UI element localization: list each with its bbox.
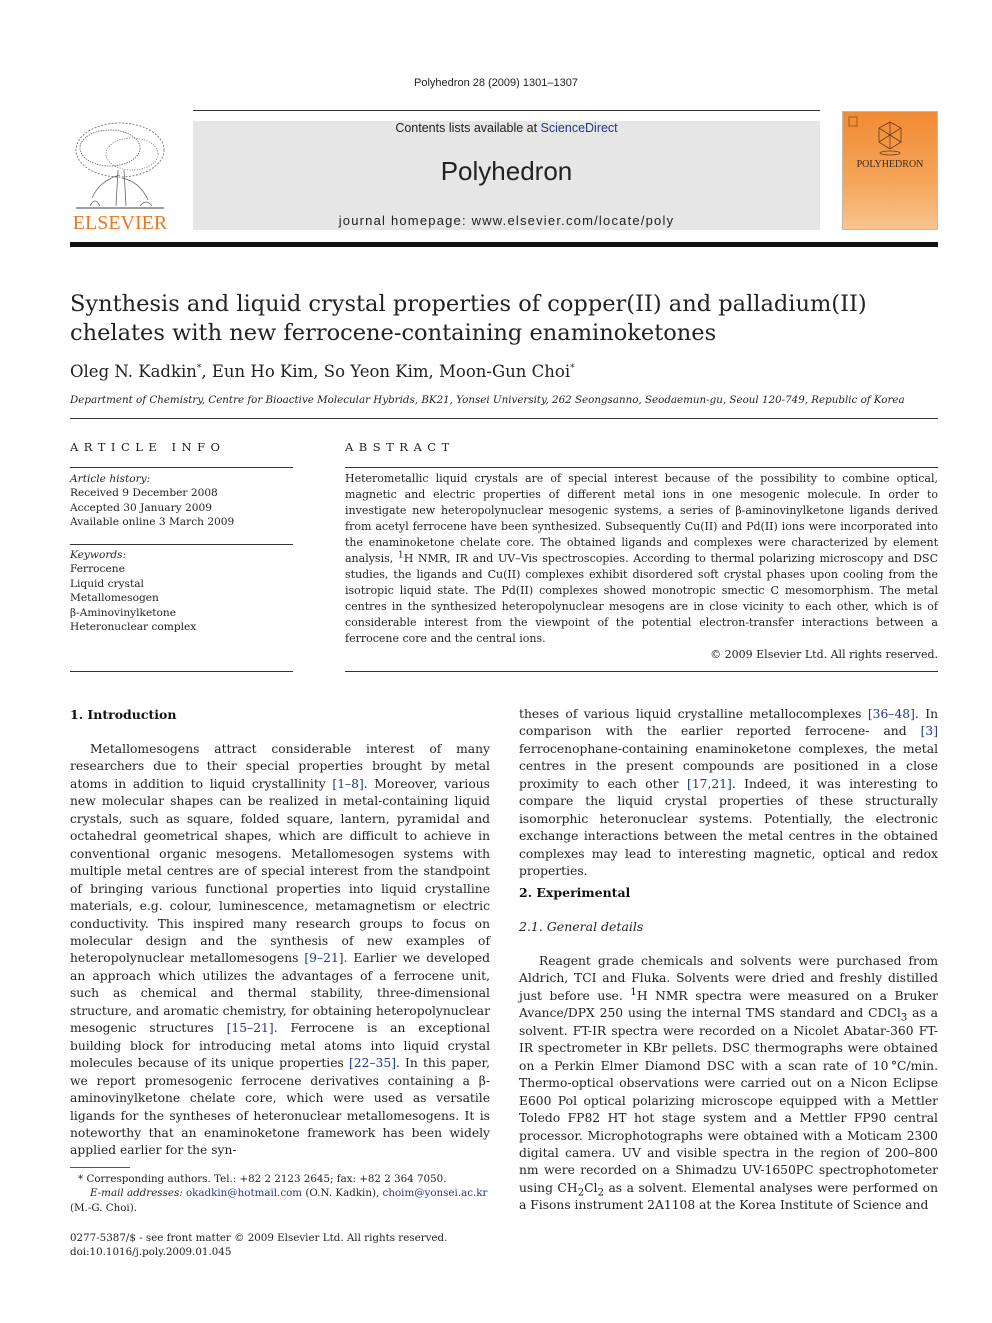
subsection-heading-general-details: 2.1. General details [519, 919, 644, 934]
email-label: E-mail addresses: [90, 1187, 183, 1200]
divider [345, 671, 938, 672]
front-matter: 0277-5387/$ - see front matter © 2009 El… [70, 1231, 490, 1260]
polyhedron-icon [848, 116, 902, 156]
divider [70, 544, 293, 545]
contents-prefix: Contents lists available at [395, 121, 541, 135]
history-label: Article history: [70, 473, 151, 485]
header-thick-rule [70, 242, 938, 247]
history-accepted: Accepted 30 January 2009 [70, 501, 212, 514]
keywords-label: Keywords: [70, 549, 127, 561]
affiliation: Department of Chemistry, Centre for Bioa… [70, 394, 905, 406]
abstract-text: Heterometallic liquid crystals are of sp… [345, 472, 938, 645]
section-heading-experimental: 2. Experimental [519, 885, 631, 900]
keyword: Ferrocene [70, 563, 125, 576]
keyword: Heteronuclear complex [70, 621, 197, 634]
intro-paragraph-continued: theses of various liquid crystalline met… [519, 707, 938, 879]
keywords: Keywords: Ferrocene Liquid crystal Metal… [70, 548, 196, 634]
keyword: β-Aminovinylketone [70, 606, 176, 619]
author: Oleg N. Kadkin* [70, 362, 202, 381]
author-list: Oleg N. Kadkin*, Eun Ho Kim, So Yeon Kim… [70, 362, 575, 381]
article-info-heading: ARTICLE INFO [70, 440, 226, 454]
experimental-paragraph: Reagent grade chemicals and solvents wer… [519, 954, 938, 1213]
citation-link[interactable]: [17,21] [687, 777, 732, 791]
keyword: Metallomesogen [70, 592, 159, 605]
divider [70, 467, 293, 468]
author: Eun Ho Kim [211, 362, 314, 381]
divider [70, 418, 938, 419]
tree-icon [75, 122, 165, 209]
email-link[interactable]: choim@yonsei.ac.kr [383, 1187, 488, 1199]
citation-link[interactable]: [15–21] [227, 1021, 274, 1035]
sciencedirect-link[interactable]: ScienceDirect [541, 121, 618, 135]
doi-line[interactable]: doi:10.1016/j.poly.2009.01.045 [70, 1246, 231, 1258]
author: So Yeon Kim [323, 362, 429, 381]
header-rule [193, 110, 820, 111]
article-history: Article history: Received 9 December 200… [70, 472, 234, 530]
section-heading-introduction: 1. Introduction [70, 707, 177, 722]
running-head: Polyhedron 28 (2009) 1301–1307 [414, 77, 578, 89]
cover-title: POLYHEDRON [856, 159, 924, 170]
divider [345, 467, 938, 468]
citation-link[interactable]: [9–21] [304, 951, 343, 965]
abstract-heading: ABSTRACT [345, 440, 455, 454]
email-link[interactable]: okadkin@hotmail.com [186, 1187, 302, 1199]
divider [70, 671, 293, 672]
citation-link[interactable]: [22–35] [349, 1056, 396, 1070]
history-online: Available online 3 March 2009 [70, 516, 235, 529]
article-title: Synthesis and liquid crystal properties … [70, 291, 867, 346]
issn-line: 0277-5387/$ - see front matter © 2009 El… [70, 1232, 448, 1244]
author: Moon-Gun Choi* [439, 362, 575, 381]
intro-paragraph: Metallomesogens attract considerable int… [70, 742, 491, 1158]
citation-link[interactable]: [36–48] [868, 707, 915, 721]
footnote-rule [70, 1167, 130, 1168]
history-received: Received 9 December 2008 [70, 487, 218, 500]
journal-name: Polyhedron [440, 156, 573, 186]
journal-cover-image: POLYHEDRON [842, 111, 938, 230]
keyword: Liquid crystal [70, 577, 144, 590]
footnote: * Corresponding authors. Tel.: +82 2 212… [70, 1173, 488, 1214]
citation-link[interactable]: [3] [921, 724, 938, 738]
corresponding-note: Corresponding authors. Tel.: +82 2 2123 … [86, 1173, 447, 1185]
journal-homepage[interactable]: journal homepage: www.elsevier.com/locat… [193, 213, 820, 228]
citation-link[interactable]: [1–8] [332, 777, 363, 791]
contents-line: Contents lists available at ScienceDirec… [193, 121, 820, 135]
abstract-copyright: © 2009 Elsevier Ltd. All rights reserved… [710, 648, 938, 661]
elsevier-wordmark: ELSEVIER [72, 212, 168, 234]
